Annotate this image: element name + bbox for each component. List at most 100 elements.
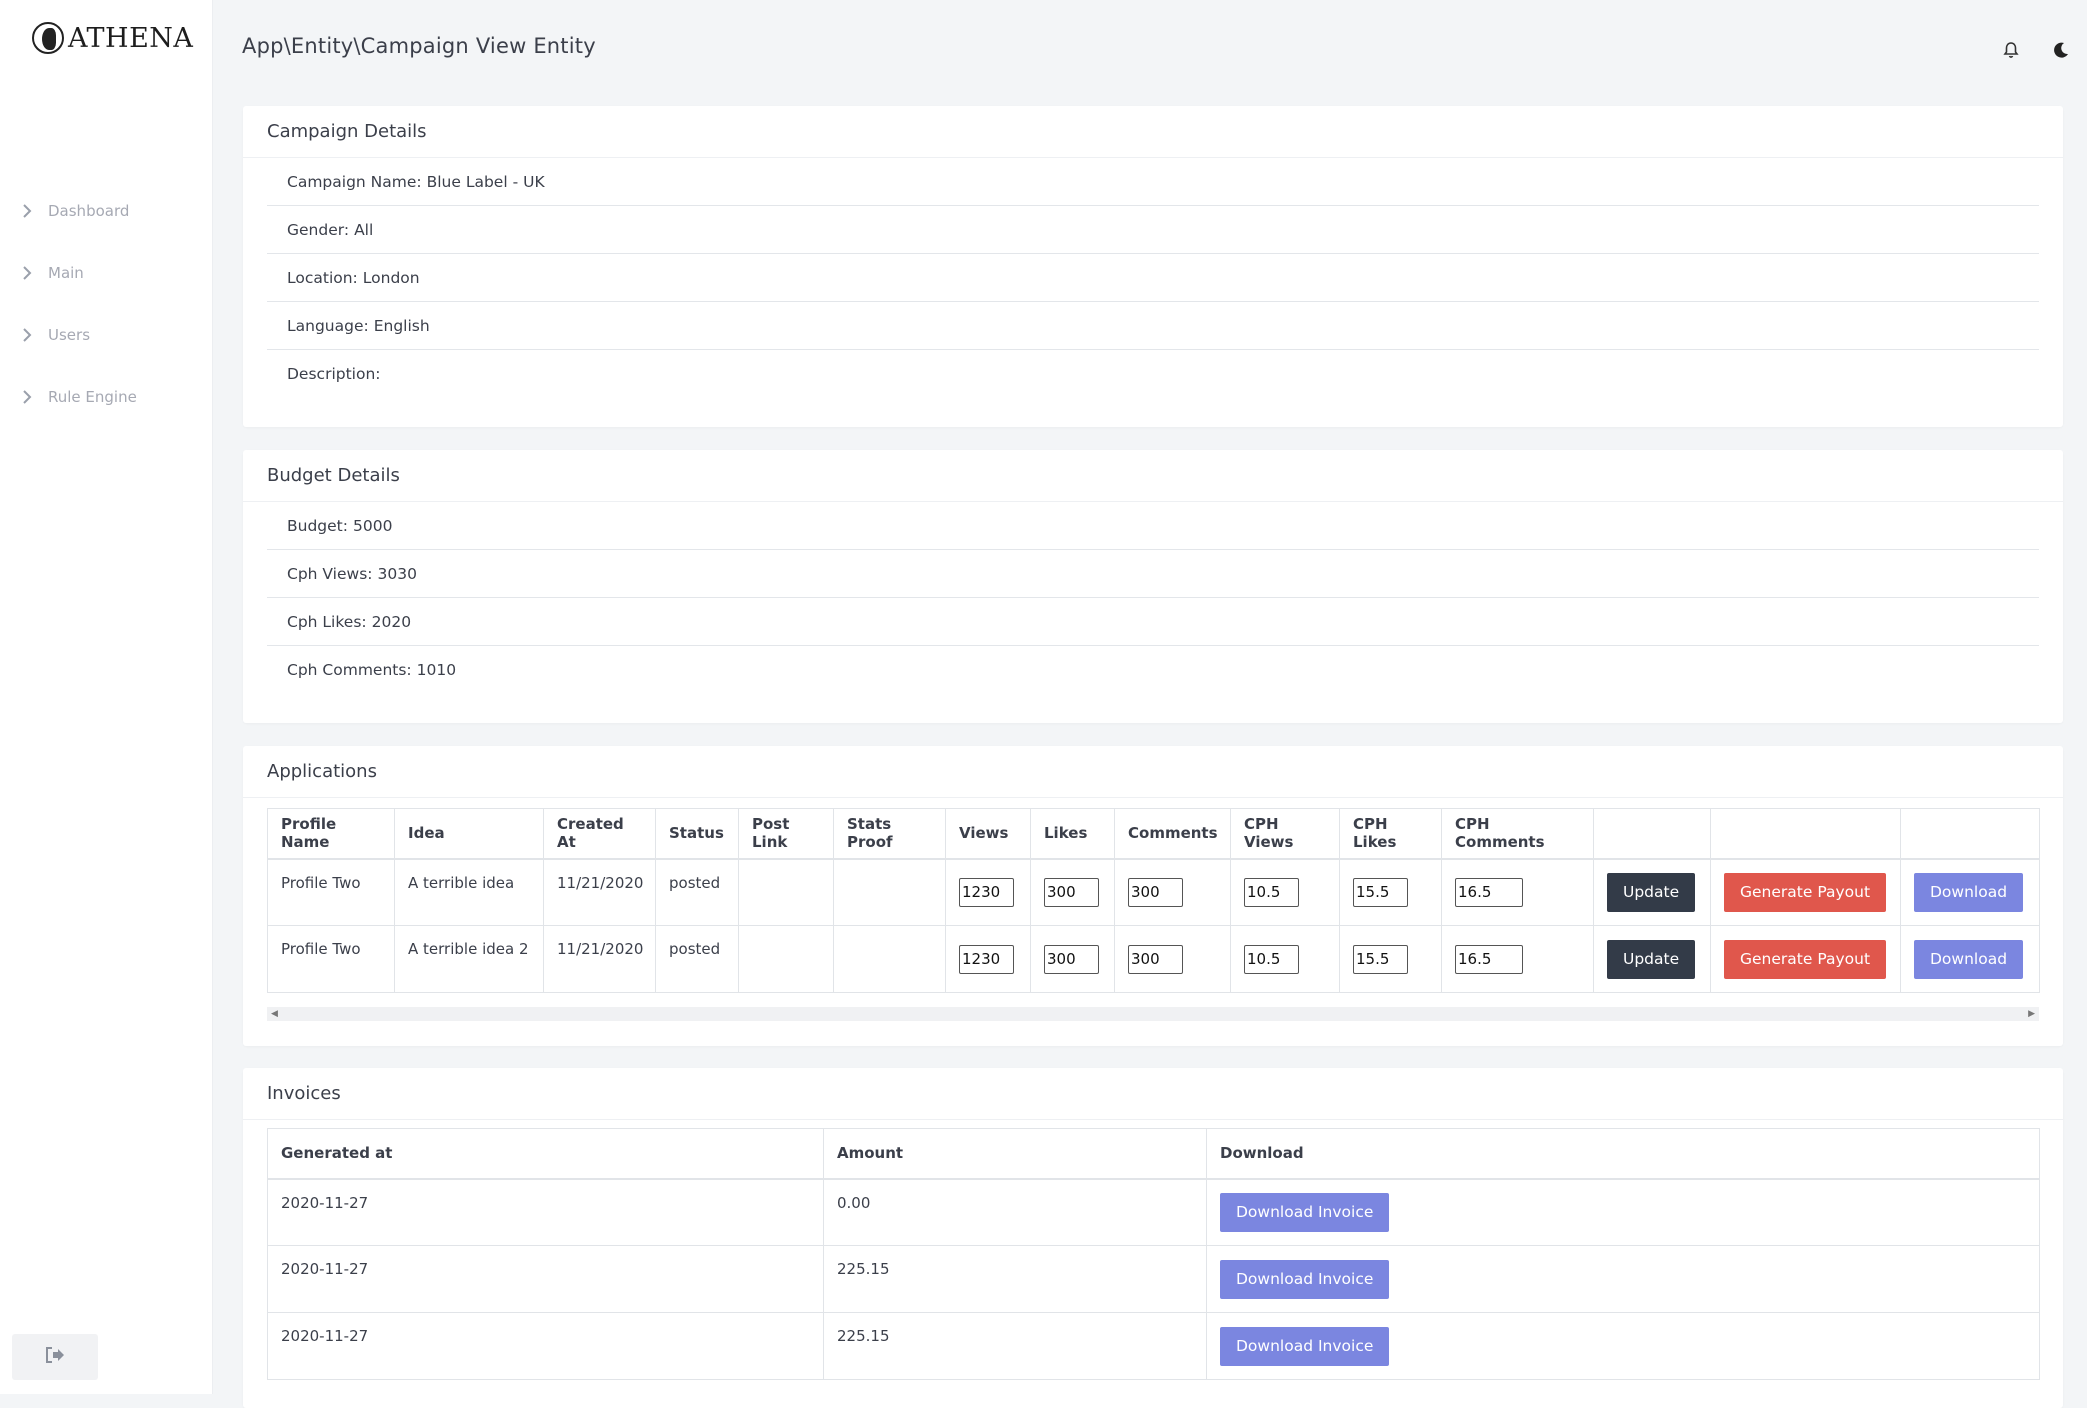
detail-value: Blue Label - UK (426, 172, 545, 191)
column-header: Comments (1114, 808, 1231, 860)
download-invoice-button[interactable]: Download Invoice (1220, 1192, 1390, 1232)
views-input[interactable] (959, 944, 1014, 974)
detail-label: Language: (287, 316, 369, 335)
detail-label: Cph Comments: (287, 661, 412, 679)
detail-value: 5000 (352, 516, 393, 535)
cell-cph-comments (1441, 858, 1594, 926)
cell-likes (1030, 925, 1115, 993)
detail-row-budget: Budget: 5000 (267, 502, 2039, 550)
column-header: CPH Views (1230, 808, 1340, 860)
cell-update: Update (1593, 858, 1711, 926)
cell-profile: Profile Two (267, 858, 395, 926)
logout-button[interactable] (12, 1334, 98, 1380)
cph-comments-input[interactable] (1455, 877, 1523, 907)
cell-amount: 225.15 (823, 1245, 1207, 1313)
chevron-right-icon (16, 262, 38, 284)
cph-likes-input[interactable] (1353, 944, 1408, 974)
cell-stats-proof (833, 925, 946, 993)
moon-icon[interactable] (2049, 38, 2073, 62)
sidebar-item-users[interactable]: Users (0, 304, 213, 366)
table-header-row: Profile Name Idea Created At Status Post… (267, 808, 2040, 860)
cph-views-input[interactable] (1244, 877, 1299, 907)
scroll-right-icon[interactable]: ▶ (2028, 1009, 2035, 1019)
sidebar-item-label: Rule Engine (48, 388, 137, 406)
views-input[interactable] (959, 877, 1014, 907)
download-invoice-button[interactable]: Download Invoice (1220, 1326, 1390, 1366)
column-header (1900, 808, 2040, 860)
column-header: Stats Proof (833, 808, 946, 860)
cell-update: Update (1593, 925, 1711, 993)
detail-label: Cph Views: (287, 564, 373, 583)
update-button[interactable]: Update (1607, 872, 1696, 912)
horizontal-scrollbar[interactable]: ◀ ▶ (267, 1007, 2039, 1021)
sidebar-item-rule-engine[interactable]: Rule Engine (0, 366, 213, 428)
comments-input[interactable] (1128, 944, 1183, 974)
breadcrumb: App\Entity\Campaign View Entity (242, 34, 596, 58)
table-row: 2020-11-27 0.00 Download Invoice (267, 1178, 2040, 1246)
cph-likes-input[interactable] (1353, 877, 1408, 907)
cph-views-input[interactable] (1244, 944, 1299, 974)
scroll-left-icon[interactable]: ◀ (271, 1009, 278, 1019)
column-header: Generated at (267, 1128, 824, 1180)
cell-views (945, 858, 1031, 926)
column-header: CPH Likes (1339, 808, 1442, 860)
detail-label: Description: (287, 365, 381, 383)
download-button[interactable]: Download (1914, 872, 2024, 912)
likes-input[interactable] (1044, 944, 1099, 974)
budget-detail-list: Budget: 5000 Cph Views: 3030 Cph Likes: … (243, 502, 2063, 694)
cell-comments (1114, 925, 1231, 993)
sidebar-nav: Dashboard Main Users Rule Engine (0, 180, 213, 428)
cell-idea: A terrible idea 2 (394, 925, 544, 993)
likes-input[interactable] (1044, 877, 1099, 907)
detail-row-gender: Gender: All (267, 206, 2039, 254)
cell-status: posted (655, 858, 739, 926)
cph-comments-input[interactable] (1455, 944, 1523, 974)
column-header: Views (945, 808, 1031, 860)
column-header: Likes (1030, 808, 1115, 860)
detail-label: Gender: (287, 220, 350, 239)
download-invoice-button[interactable]: Download Invoice (1220, 1259, 1390, 1299)
detail-value: 2020 (371, 612, 412, 631)
column-header: Amount (823, 1128, 1207, 1180)
cell-created-at: 11/21/2020 (543, 858, 656, 926)
campaign-details-card: Campaign Details Campaign Name: Blue Lab… (243, 106, 2063, 427)
cell-generate-payout: Generate Payout (1710, 925, 1901, 993)
sidebar-item-label: Main (48, 264, 84, 282)
logo-text: ATHENA (68, 22, 194, 54)
logo[interactable]: ATHENA (32, 18, 193, 58)
cell-download: Download Invoice (1206, 1245, 2040, 1313)
chevron-right-icon (16, 200, 38, 222)
detail-label: Cph Likes: (287, 612, 367, 631)
comments-input[interactable] (1128, 877, 1183, 907)
sidebar-item-dashboard[interactable]: Dashboard (0, 180, 213, 242)
applications-card: Applications Profile Name Idea Created A… (243, 746, 2063, 1046)
download-button[interactable]: Download (1914, 939, 2024, 979)
cell-download: Download Invoice (1206, 1312, 2040, 1380)
detail-row-cph-comments: Cph Comments: 1010 (267, 646, 2039, 694)
generate-payout-button[interactable]: Generate Payout (1724, 872, 1887, 912)
cell-cph-views (1230, 858, 1340, 926)
update-button[interactable]: Update (1607, 939, 1696, 979)
generate-payout-button[interactable]: Generate Payout (1724, 939, 1887, 979)
detail-row-language: Language: English (267, 302, 2039, 350)
cell-generated-at: 2020-11-27 (267, 1178, 824, 1246)
bell-icon[interactable] (1999, 38, 2023, 62)
applications-table: Profile Name Idea Created At Status Post… (267, 808, 2040, 993)
cell-download: Download (1900, 925, 2040, 993)
card-title: Budget Details (243, 450, 2063, 502)
sidebar-item-main[interactable]: Main (0, 242, 213, 304)
cell-generated-at: 2020-11-27 (267, 1312, 824, 1380)
detail-row-campaign-name: Campaign Name: Blue Label - UK (267, 158, 2039, 206)
sidebar: ATHENA Dashboard Main Users Rule Engine (0, 0, 213, 1394)
detail-label: Budget: (287, 516, 348, 535)
header-actions (1999, 38, 2073, 62)
card-title: Applications (243, 746, 2063, 798)
table-row: 2020-11-27 225.15 Download Invoice (267, 1312, 2040, 1380)
cell-cph-likes (1339, 858, 1442, 926)
table-header-row: Generated at Amount Download (267, 1128, 2040, 1180)
column-header: Post Link (738, 808, 834, 860)
detail-value: All (354, 220, 374, 239)
cell-status: posted (655, 925, 739, 993)
cell-cph-likes (1339, 925, 1442, 993)
detail-row-cph-likes: Cph Likes: 2020 (267, 598, 2039, 646)
